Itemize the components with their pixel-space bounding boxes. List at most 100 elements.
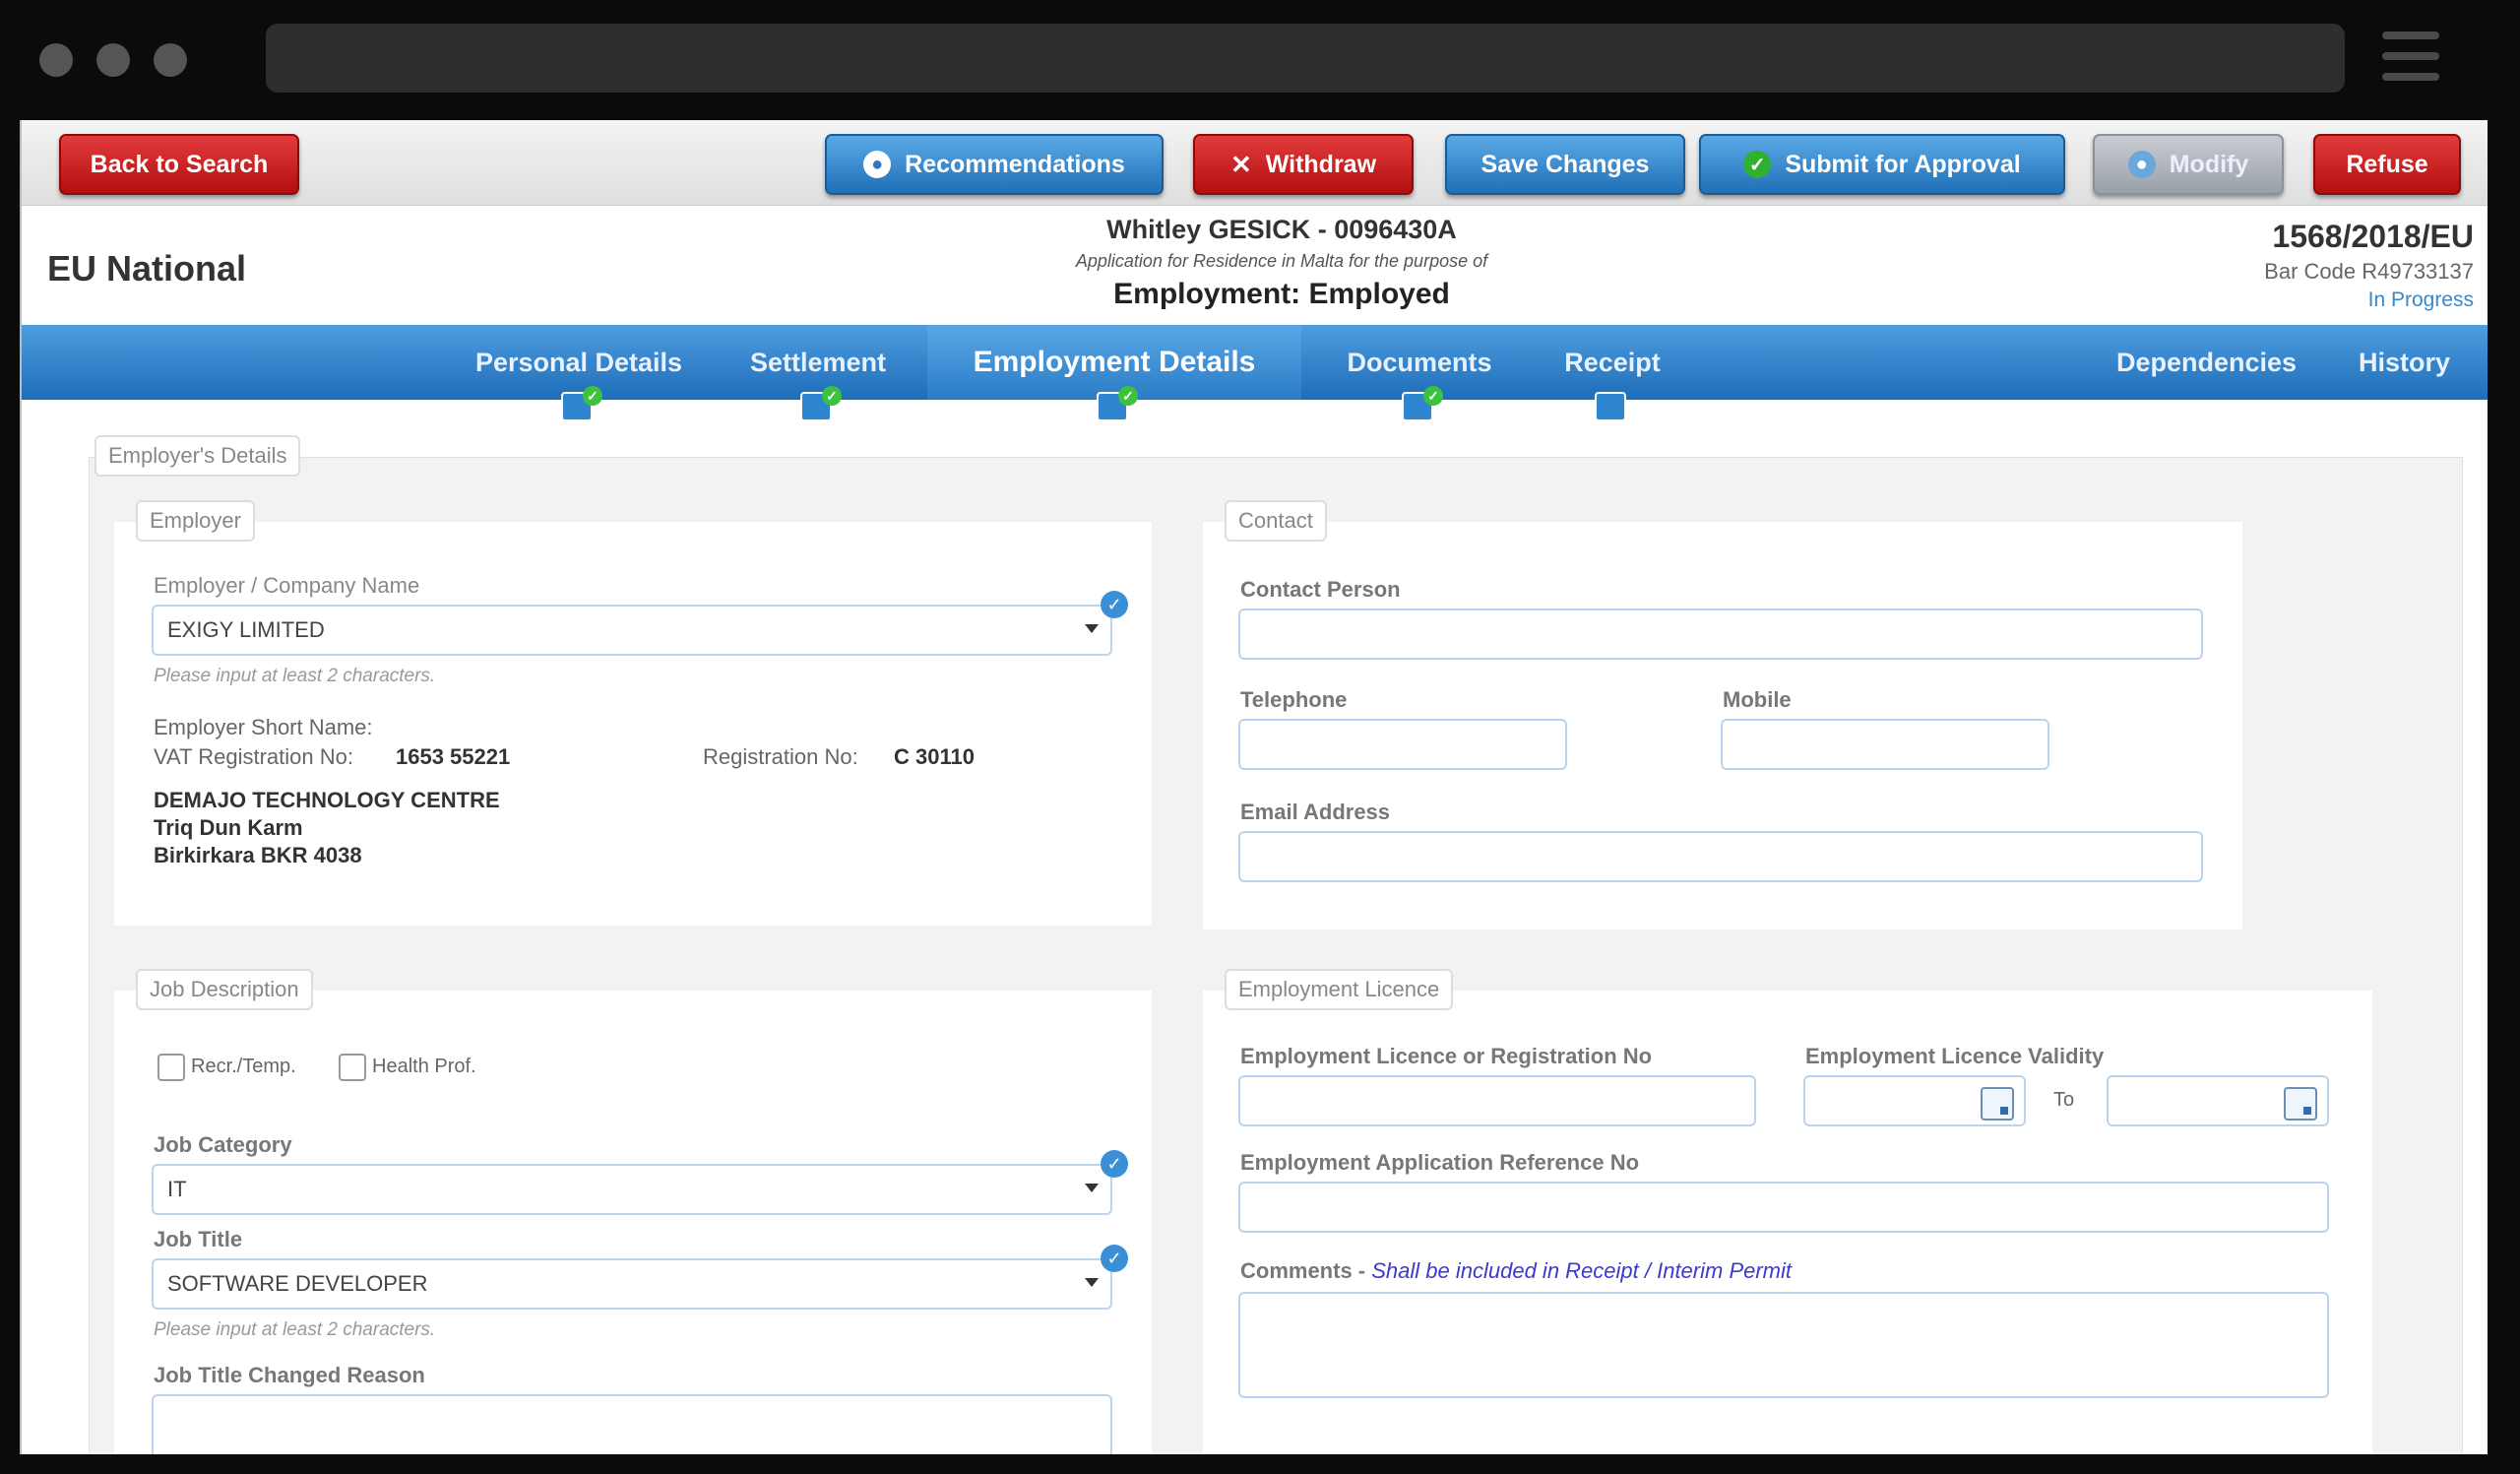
job-category-value: IT xyxy=(167,1177,187,1201)
job-category-select[interactable]: IT xyxy=(152,1164,1112,1215)
check-icon: ✓ xyxy=(822,386,842,406)
job-title-changed-reason-label: Job Title Changed Reason xyxy=(154,1363,425,1387)
short-name-label: Employer Short Name: xyxy=(154,715,373,739)
back-to-search-label: Back to Search xyxy=(90,150,269,178)
recr-temp-label: Recr./Temp. xyxy=(191,1056,296,1077)
tab-history[interactable]: History xyxy=(2359,325,2450,400)
tab-label: Settlement xyxy=(749,347,887,377)
save-changes-button[interactable]: Save Changes xyxy=(1445,134,1685,195)
recr-temp-checkbox[interactable] xyxy=(158,1054,185,1081)
application-reference-label: Employment Application Reference No xyxy=(1240,1150,1640,1175)
registration-label: Registration No: xyxy=(703,744,858,769)
tab-receipt[interactable]: Receipt xyxy=(1534,325,1691,421)
address-bar[interactable] xyxy=(266,24,2345,93)
comments-note: Shall be included in Receipt / Interim P… xyxy=(1371,1258,1793,1283)
email-input[interactable] xyxy=(1238,831,2203,882)
step-badge-icon xyxy=(1595,392,1626,421)
window-close-dot[interactable] xyxy=(39,43,73,77)
tab-employment-details[interactable]: Employment Details ✓ xyxy=(927,325,1301,421)
window-maximize-dot[interactable] xyxy=(154,43,187,77)
tab-settlement[interactable]: Settlement ✓ xyxy=(715,325,921,421)
menu-icon[interactable] xyxy=(2382,32,2439,87)
recommendations-button[interactable]: ● Recommendations xyxy=(825,134,1164,195)
company-name-hint: Please input at least 2 characters. xyxy=(154,666,436,686)
tab-label: Personal Details xyxy=(474,347,683,377)
contact-person-input[interactable] xyxy=(1238,609,2203,660)
chevron-down-icon xyxy=(1085,624,1099,633)
application-purpose: Employment: Employed xyxy=(1113,278,1450,310)
section-tabs: Personal Details ✓ Settlement ✓ Employme… xyxy=(22,325,2488,421)
contact-person-label: Contact Person xyxy=(1240,577,1401,602)
application-reference-input[interactable] xyxy=(1238,1182,2329,1233)
info-icon: ● xyxy=(863,151,892,178)
telephone-label: Telephone xyxy=(1240,687,1348,712)
window-minimize-dot[interactable] xyxy=(96,43,130,77)
contact-legend: Contact xyxy=(1225,500,1327,542)
vat-value: 1653 55221 xyxy=(396,744,511,769)
job-title-changed-reason-input[interactable] xyxy=(152,1394,1112,1454)
validated-check-icon: ✓ xyxy=(1101,1150,1128,1178)
telephone-input[interactable] xyxy=(1238,719,1567,770)
to-label: To xyxy=(2053,1089,2075,1111)
barcode-text: Bar Code R49733137 xyxy=(2264,259,2474,284)
licence-no-input[interactable] xyxy=(1238,1075,1756,1126)
tab-label: Employment Details xyxy=(973,346,1256,378)
chevron-down-icon xyxy=(1085,1184,1099,1192)
health-prof-checkbox[interactable] xyxy=(339,1054,366,1081)
job-category-label: Job Category xyxy=(154,1132,292,1157)
check-icon: ✓ xyxy=(1743,151,1772,178)
section-title: Employer's Details xyxy=(94,435,301,477)
recommendations-label: Recommendations xyxy=(905,150,1125,178)
submit-for-approval-button[interactable]: ✓ Submit for Approval xyxy=(1699,134,2065,195)
employer-legend: Employer xyxy=(136,500,255,542)
modify-label: Modify xyxy=(2169,150,2249,178)
address-line-3: Birkirkara BKR 4038 xyxy=(154,843,362,867)
health-prof-label: Health Prof. xyxy=(372,1056,476,1077)
withdraw-label: Withdraw xyxy=(1265,150,1377,178)
case-info: 1568/2018/EU Bar Code R49733137 In Progr… xyxy=(2264,219,2474,312)
submit-for-approval-label: Submit for Approval xyxy=(1785,150,2021,178)
withdraw-button[interactable]: ✕ Withdraw xyxy=(1193,134,1414,195)
check-icon: ✓ xyxy=(1118,386,1138,406)
employment-licence-legend: Employment Licence xyxy=(1225,969,1454,1010)
address-line-2: Triq Dun Karm xyxy=(154,815,303,840)
company-name-value: EXIGY LIMITED xyxy=(167,617,325,642)
modify-button[interactable]: ● Modify xyxy=(2093,134,2284,195)
calendar-icon[interactable] xyxy=(2284,1087,2317,1121)
job-title-select[interactable]: SOFTWARE DEVELOPER xyxy=(152,1258,1112,1310)
tab-dependencies[interactable]: Dependencies xyxy=(2116,325,2297,400)
application-type: EU National xyxy=(47,248,247,288)
tab-label: Receipt xyxy=(1564,347,1661,377)
job-title-value: SOFTWARE DEVELOPER xyxy=(167,1271,428,1296)
job-description-legend: Job Description xyxy=(136,969,313,1010)
chevron-down-icon xyxy=(1085,1278,1099,1287)
refuse-label: Refuse xyxy=(2346,150,2428,178)
check-icon: ✓ xyxy=(583,386,602,406)
tab-personal-details[interactable]: Personal Details ✓ xyxy=(461,325,697,421)
purpose-caption: Application for Residence in Malta for t… xyxy=(1075,251,1488,271)
licence-valid-to-input[interactable] xyxy=(2107,1075,2329,1126)
comments-textarea[interactable] xyxy=(1238,1292,2329,1398)
app-screen: Back to Search ● Recommendations ✕ Withdra… xyxy=(20,120,2488,1454)
vat-label: VAT Registration No: xyxy=(154,744,353,769)
validated-check-icon: ✓ xyxy=(1101,1245,1128,1272)
tab-label: Documents xyxy=(1347,347,1492,377)
address-line-1: DEMAJO TECHNOLOGY CENTRE xyxy=(154,788,500,812)
company-name-label: Employer / Company Name xyxy=(154,573,420,598)
mobile-input[interactable] xyxy=(1721,719,2049,770)
email-label: Email Address xyxy=(1240,800,1391,824)
tab-documents[interactable]: Documents ✓ xyxy=(1311,325,1528,421)
job-title-hint: Please input at least 2 characters. xyxy=(154,1319,436,1340)
applicant-header: Whitley GESICK - 0096430A Application fo… xyxy=(908,215,1656,311)
refuse-button[interactable]: Refuse xyxy=(2313,134,2461,195)
licence-validity-label: Employment Licence Validity xyxy=(1805,1044,2105,1068)
company-name-select[interactable]: EXIGY LIMITED xyxy=(152,605,1112,656)
licence-valid-from-input[interactable] xyxy=(1803,1075,2026,1126)
registration-value: C 30110 xyxy=(894,744,975,769)
case-number: 1568/2018/EU xyxy=(2272,219,2474,254)
calendar-icon[interactable] xyxy=(1981,1087,2014,1121)
licence-no-label: Employment Licence or Registration No xyxy=(1240,1044,1653,1068)
back-to-search-button[interactable]: Back to Search xyxy=(59,134,299,195)
validated-check-icon: ✓ xyxy=(1101,591,1128,618)
action-toolbar: Back to Search ● Recommendations ✕ Withdra… xyxy=(22,120,2488,206)
